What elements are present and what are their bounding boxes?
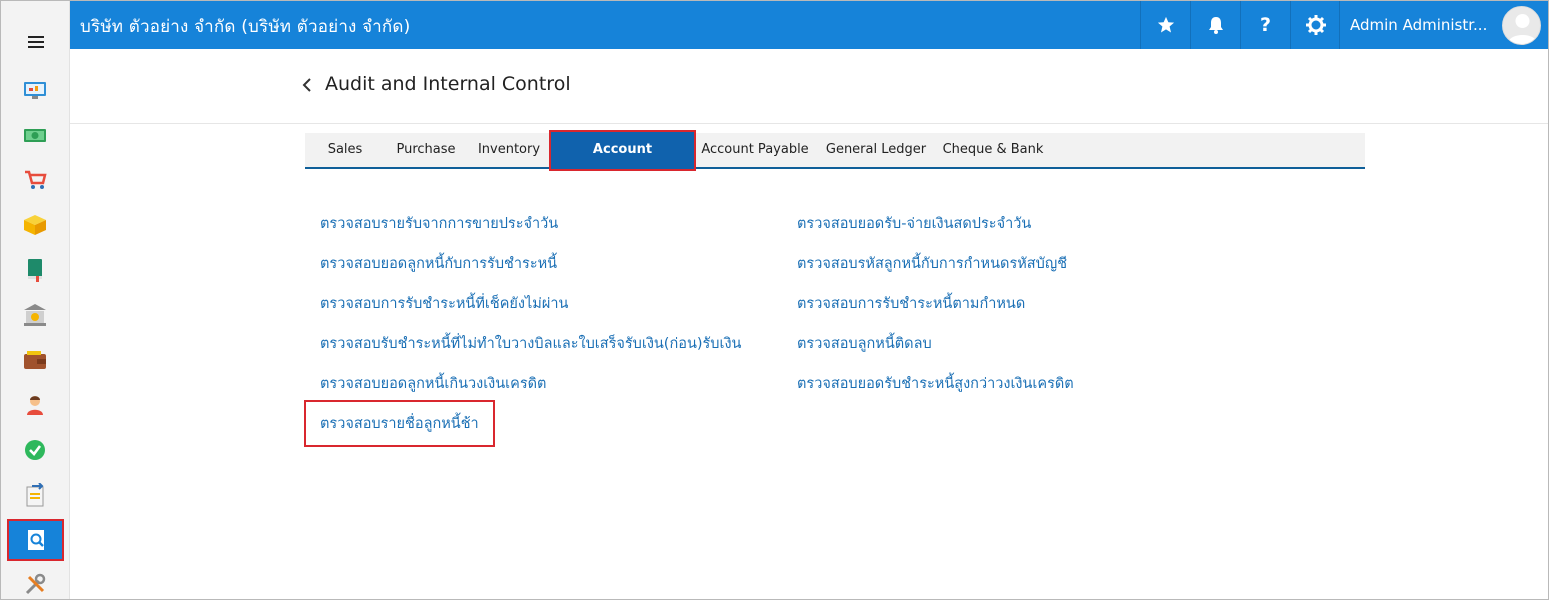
cart-icon[interactable] xyxy=(13,161,57,199)
link-negative-debtor[interactable]: ตรวจสอบลูกหนี้ติดลบ xyxy=(797,332,932,355)
link-daily-sales-income[interactable]: ตรวจสอบรายรับจากการขายประจำวัน xyxy=(320,212,558,235)
dashboard-icon[interactable] xyxy=(13,71,57,109)
link-debtor-balance-vs-payment[interactable]: ตรวจสอบยอดลูกหนี้กับการรับชำระหนี้ xyxy=(320,252,557,275)
link-payment-without-billing[interactable]: ตรวจสอบรับชำระหนี้ที่ไม่ทำใบวางบิลและใบเ… xyxy=(320,332,741,355)
page-header: Audit and Internal Control xyxy=(70,49,1548,124)
tab-cheque-bank[interactable]: Cheque & Bank xyxy=(936,133,1050,167)
sidebar xyxy=(1,1,70,599)
user-menu[interactable]: Admin Administr... xyxy=(1339,1,1548,49)
link-uncleared-cheque-payment[interactable]: ตรวจสอบการรับชำระหนี้ที่เช็คยังไม่ผ่าน xyxy=(320,292,568,315)
tab-sales[interactable]: Sales xyxy=(305,133,385,167)
hamburger-menu-icon[interactable] xyxy=(19,29,53,55)
tools-icon[interactable] xyxy=(13,566,57,599)
bell-icon[interactable] xyxy=(1190,1,1240,49)
company-name: บริษัท ตัวอย่าง จำกัด (บริษัท ตัวอย่าง จ… xyxy=(80,17,411,37)
back-chevron-icon[interactable] xyxy=(301,75,317,95)
tab-purchase[interactable]: Purchase xyxy=(385,133,467,167)
tab-general-ledger[interactable]: General Ledger xyxy=(816,133,936,167)
tab-account-payable[interactable]: Account Payable xyxy=(694,133,816,167)
tab-account-receivable[interactable]: Account Receivable xyxy=(549,130,696,193)
app-window: บริษัท ตัวอย่าง จำกัด (บริษัท ตัวอย่าง จ… xyxy=(0,0,1549,600)
module-tabs: Sales Purchase Inventory Account Receiva… xyxy=(305,130,1365,193)
box-icon[interactable] xyxy=(13,206,57,244)
link-slow-paying-debtors[interactable]: ตรวจสอบรายชื่อลูกหนี้ช้า xyxy=(304,400,495,447)
link-debtor-over-credit-limit[interactable]: ตรวจสอบยอดลูกหนี้เกินวงเงินเครดิต xyxy=(320,372,546,395)
money-icon[interactable] xyxy=(13,116,57,154)
avatar[interactable] xyxy=(1502,6,1541,45)
check-icon[interactable] xyxy=(13,431,57,469)
audit-icon[interactable] xyxy=(7,519,64,561)
help-glyph: ? xyxy=(1259,14,1272,36)
help-icon[interactable]: ? xyxy=(1240,1,1290,49)
tab-inventory[interactable]: Inventory xyxy=(467,133,551,167)
gear-icon[interactable] xyxy=(1290,1,1340,49)
page-title: Audit and Internal Control xyxy=(325,73,571,95)
book-icon[interactable] xyxy=(13,251,57,289)
link-payment-on-schedule[interactable]: ตรวจสอบการรับชำระหนี้ตามกำหนด xyxy=(797,292,1025,315)
bank-icon[interactable] xyxy=(13,296,57,334)
link-payment-over-credit-limit[interactable]: ตรวจสอบยอดรับชำระหนี้สูงกว่าวงเงินเครดิต xyxy=(797,372,1074,395)
wallet-icon[interactable] xyxy=(13,341,57,379)
star-icon[interactable] xyxy=(1140,1,1190,49)
user-name: Admin Administr... xyxy=(1350,16,1488,34)
link-daily-cash-in-out[interactable]: ตรวจสอบยอดรับ-จ่ายเงินสดประจำวัน xyxy=(797,212,1031,235)
top-bar: บริษัท ตัวอย่าง จำกัด (บริษัท ตัวอย่าง จ… xyxy=(70,1,1548,49)
transfer-icon[interactable] xyxy=(13,476,57,514)
people-icon[interactable] xyxy=(13,386,57,424)
link-debtor-code-vs-account[interactable]: ตรวจสอบรหัสลูกหนี้กับการกำหนดรหัสบัญชี xyxy=(797,252,1067,275)
